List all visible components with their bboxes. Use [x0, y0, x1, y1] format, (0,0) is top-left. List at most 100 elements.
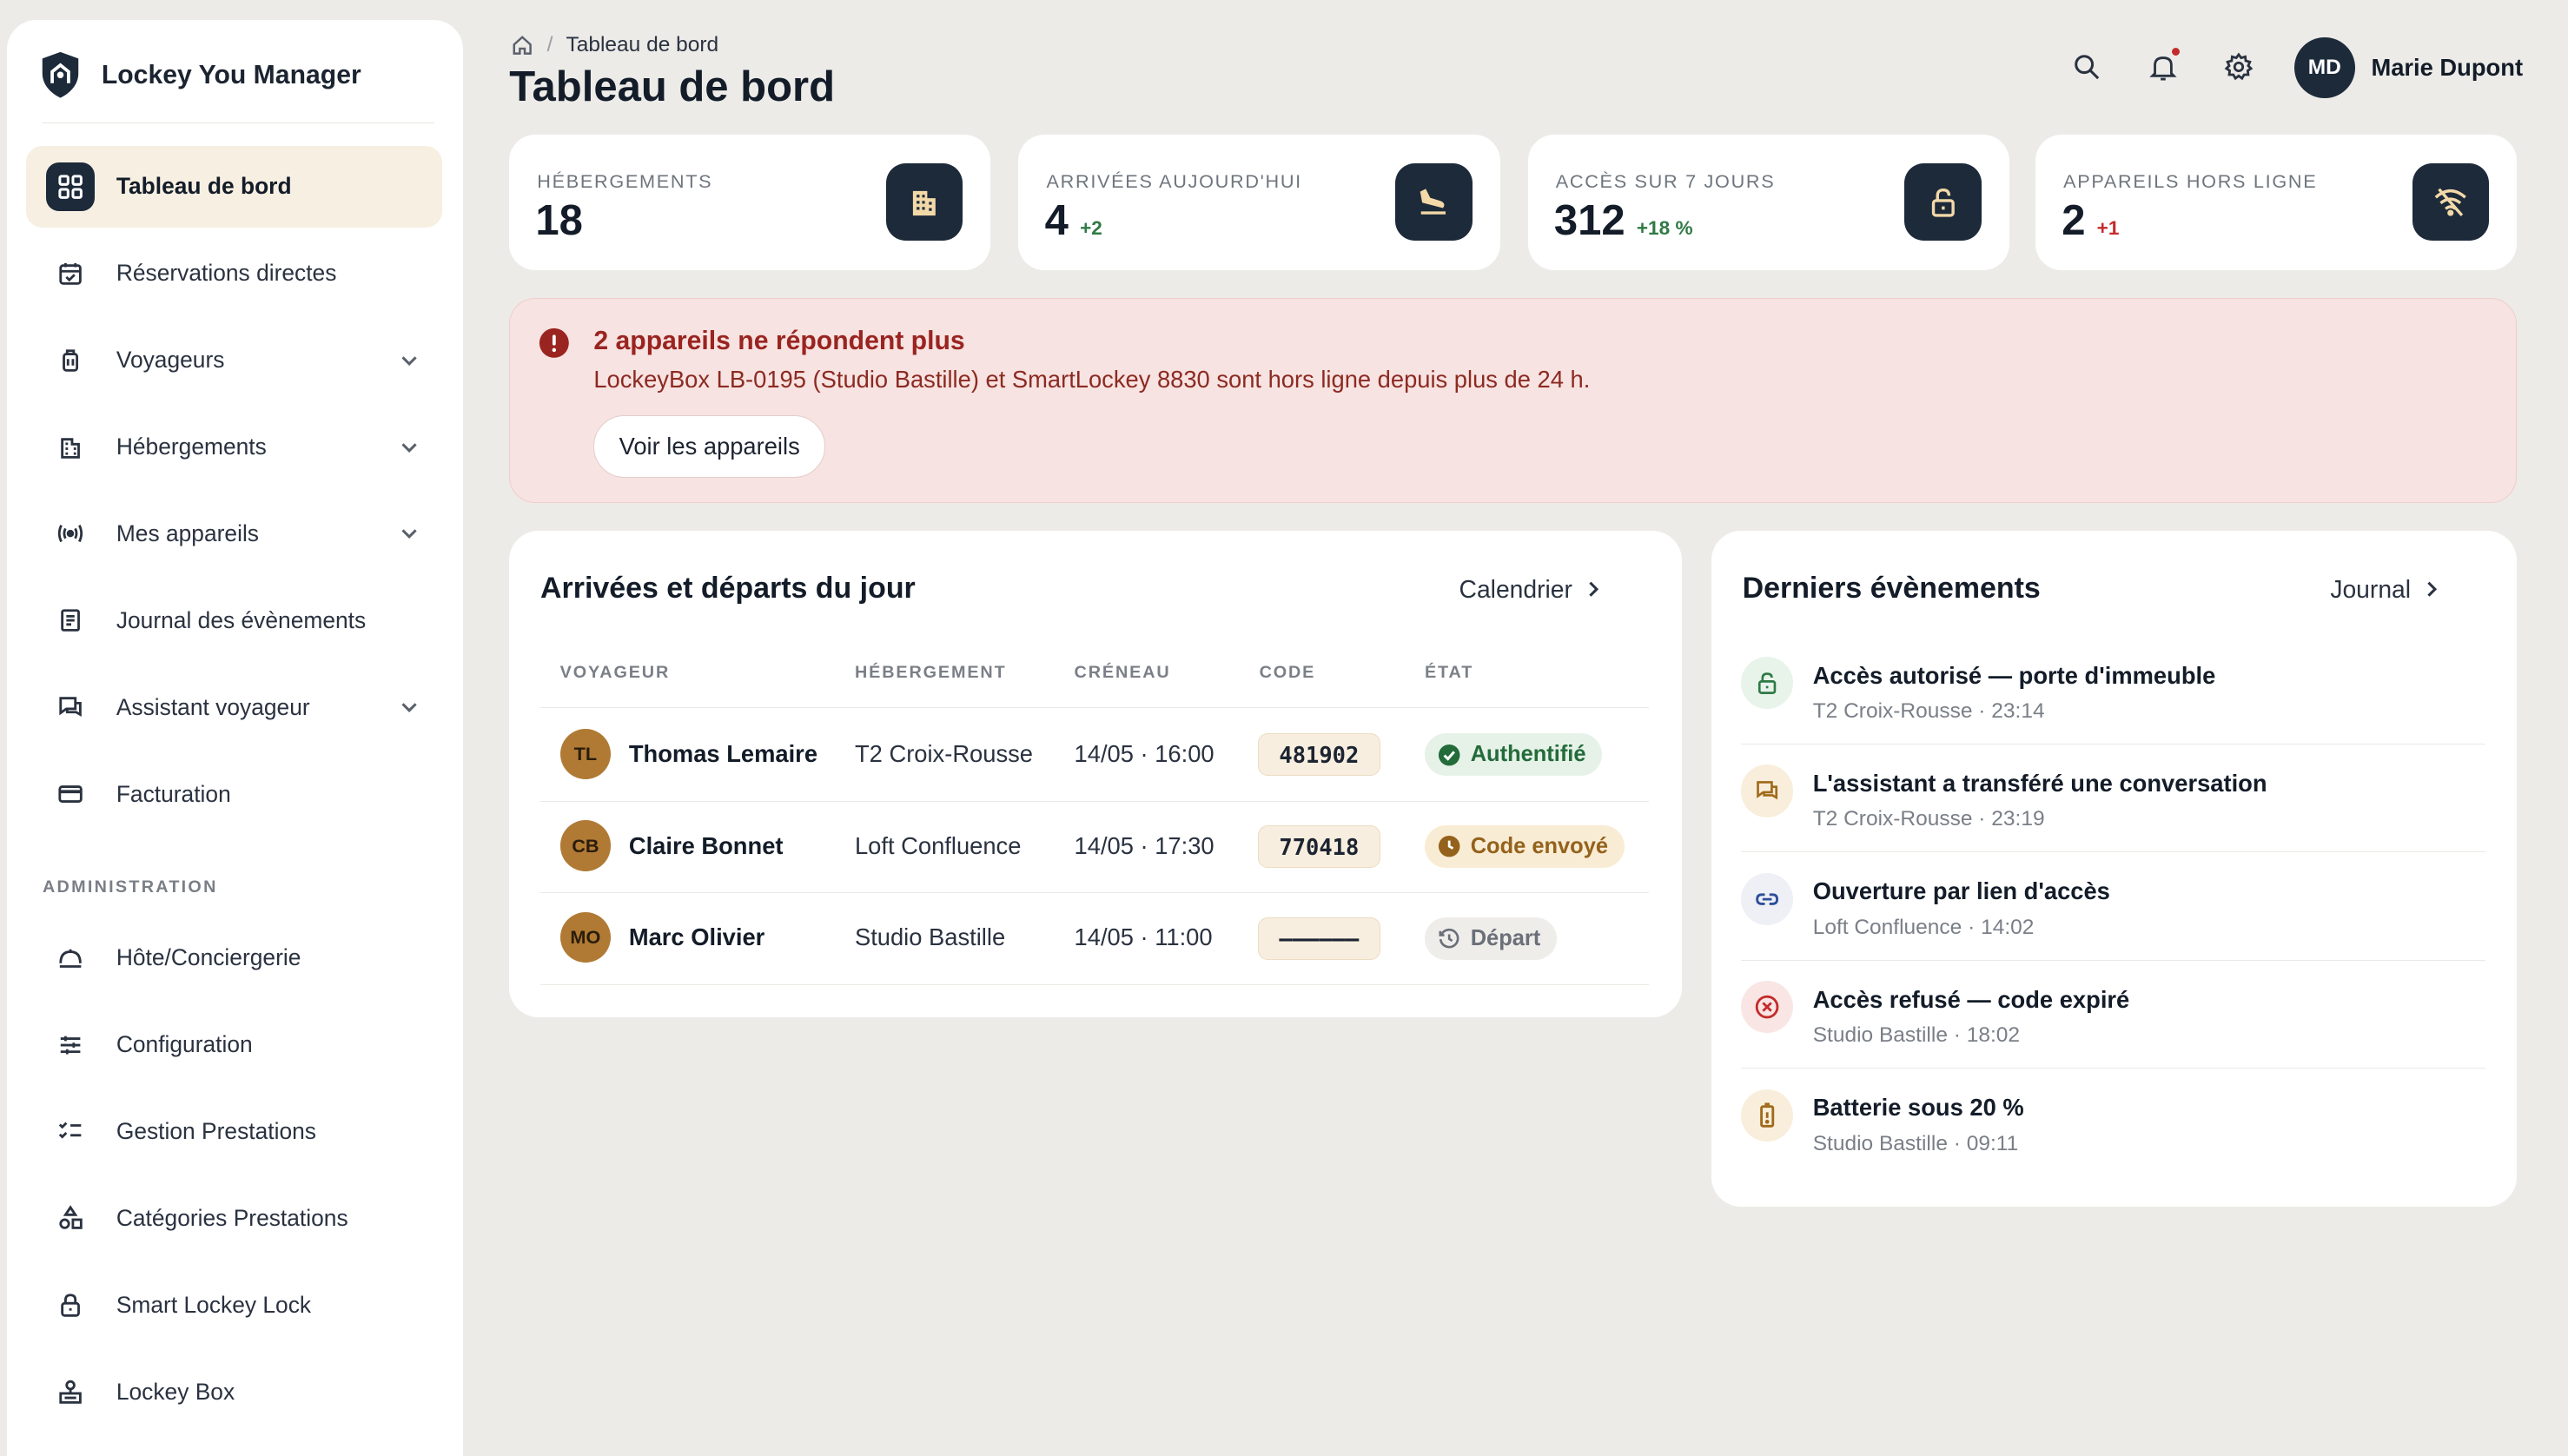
search-button[interactable]	[2065, 46, 2108, 89]
event-title[interactable]: L'assistant a transféré une conversation	[1813, 770, 2267, 797]
avatar: MO	[559, 911, 612, 963]
card-title: Arrivées et départs du jour	[540, 571, 916, 605]
stat-delta: +18 %	[1636, 217, 1693, 240]
event-title[interactable]: Batterie sous 20 %	[1813, 1094, 2024, 1122]
chevron-down-icon	[401, 442, 417, 453]
stat-value-row: 312 +18 %	[1554, 196, 1693, 245]
sidebar-item-configuration[interactable]: Configuration	[26, 1004, 442, 1086]
stat-value-row: 18	[535, 196, 583, 245]
stat-card-arrivals[interactable]: ARRIVÉES AUJOURD'HUI 4 +2	[1018, 134, 1500, 271]
sidebar-item-label: Gestion Prestations	[116, 1118, 316, 1145]
view-devices-button[interactable]: Voir les appareils	[593, 414, 826, 478]
sidebar-item-label: Hébergements	[116, 433, 267, 460]
wifi-off-icon	[2412, 163, 2490, 242]
stat-value: 312	[1553, 197, 1625, 245]
alert-title: 2 appareils ne répondent plus	[593, 327, 965, 356]
sidebar-item-label: Tableau de bord	[116, 173, 292, 200]
sidebar-item-label: Voyageurs	[116, 347, 225, 374]
x-circle-icon	[1740, 981, 1794, 1034]
sidebar-item-service-categories[interactable]: Catégories Prestations	[26, 1177, 442, 1259]
guest-name[interactable]: Marc Olivier	[629, 923, 764, 951]
event-title[interactable]: Accès autorisé — porte d'immeuble	[1813, 662, 2216, 690]
guest-name[interactable]: Claire Bonnet	[629, 832, 784, 860]
shapes-icon	[46, 1194, 96, 1243]
stat-card-access[interactable]: ACCÈS SUR 7 JOURS 312 +18 %	[1527, 134, 2009, 271]
sidebar-item-assistant[interactable]: Assistant voyageur	[26, 666, 442, 748]
column-header: VOYAGEUR	[559, 663, 671, 683]
event-divider	[1740, 743, 2486, 745]
search-icon	[2074, 55, 2099, 80]
sidebar-item-travelers[interactable]: Voyageurs	[26, 320, 442, 401]
sidebar-item-label: Journal des évènements	[116, 606, 367, 633]
event-meta: Loft Confluence · 14:02	[1812, 915, 2035, 939]
stat-card-offline-devices[interactable]: APPAREILS HORS LIGNE 2 +1	[2035, 134, 2518, 271]
stat-label: HÉBERGEMENTS	[537, 170, 713, 193]
calendar-link[interactable]: Calendrier	[1459, 575, 1605, 604]
avatar: TL	[559, 728, 612, 780]
sidebar-item-label: Assistant voyageur	[116, 693, 310, 720]
alert-text: LockeyBox LB-0195 (Studio Bastille) et S…	[593, 366, 1591, 394]
event-meta: T2 Croix-Rousse · 23:19	[1812, 807, 2045, 831]
column-header: ÉTAT	[1424, 663, 1474, 683]
guest-name[interactable]: Thomas Lemaire	[629, 740, 817, 768]
sidebar-item-lodgings[interactable]: Hébergements	[26, 406, 442, 487]
status-label: Code envoyé	[1470, 834, 1609, 859]
event-meta: Studio Bastille · 18:02	[1812, 1023, 2021, 1048]
status-badge: Authentifié	[1424, 733, 1603, 777]
notifications-button[interactable]	[2142, 46, 2185, 89]
section-label-administration: ADMINISTRATION	[43, 877, 218, 897]
card-title: Derniers évènements	[1742, 571, 2041, 605]
column-header: CODE	[1259, 663, 1316, 683]
slot-cell: 14/05 · 16:00	[1074, 740, 1215, 768]
calendar-check-icon	[46, 249, 96, 299]
user-name: Marie Dupont	[2371, 54, 2524, 82]
journal-link[interactable]: Journal	[2330, 575, 2443, 604]
event-divider	[1740, 1068, 2486, 1069]
table-divider	[540, 892, 1650, 893]
sidebar-item-reservations[interactable]: Réservations directes	[26, 233, 442, 314]
battery-low-icon	[1740, 1089, 1794, 1142]
sidebar-item-devices[interactable]: Mes appareils	[26, 493, 442, 574]
chevron-down-icon	[401, 355, 417, 366]
sidebar-item-event-log[interactable]: Journal des évènements	[26, 579, 442, 661]
home-icon[interactable]	[511, 34, 533, 56]
sidebar-item-label: Lockey Box	[116, 1378, 235, 1405]
sidebar-item-smart-lock[interactable]: Smart Lockey Lock	[26, 1264, 442, 1346]
brand[interactable]: Lockey You Manager	[39, 50, 361, 102]
user-menu[interactable]: MD Marie Dupont	[2293, 37, 2524, 99]
sidebar-item-label: Réservations directes	[116, 260, 337, 287]
app-name: Lockey You Manager	[101, 60, 361, 89]
sidebar-item-dashboard[interactable]: Tableau de bord	[26, 145, 442, 228]
journal-link-label: Journal	[2330, 574, 2412, 603]
sidebar-item-services[interactable]: Gestion Prestations	[26, 1090, 442, 1172]
calendar-link-label: Calendrier	[1459, 574, 1572, 603]
lodging-cell: Studio Bastille	[854, 923, 1006, 951]
sidebar-item-billing[interactable]: Facturation	[26, 753, 442, 835]
alert-circle-icon	[539, 328, 570, 358]
event-meta: Studio Bastille · 09:11	[1812, 1131, 2019, 1155]
settings-button[interactable]	[2217, 46, 2260, 89]
sliders-icon	[46, 1020, 96, 1069]
divider	[43, 122, 434, 123]
sidebar-item-label: Mes appareils	[116, 520, 259, 546]
event-divider	[1740, 851, 2486, 852]
clock-icon	[1438, 836, 1460, 857]
page-title: Tableau de bord	[509, 63, 836, 110]
concierge-icon	[46, 933, 96, 983]
stat-value: 18	[535, 197, 583, 245]
shield-logo-icon	[42, 52, 79, 99]
sidebar-item-host[interactable]: Hôte/Conciergerie	[26, 917, 442, 999]
event-title[interactable]: Ouverture par lien d'accès	[1813, 877, 2110, 905]
access-code: 770418	[1257, 825, 1381, 869]
luggage-icon	[46, 335, 96, 385]
table-divider	[540, 800, 1650, 802]
avatar: CB	[559, 820, 612, 871]
sidebar-item-lockey-box[interactable]: Lockey Box	[26, 1351, 442, 1433]
stat-card-lodgings[interactable]: HÉBERGEMENTS 18	[509, 134, 991, 271]
offline-alert: 2 appareils ne répondent plus LockeyBox …	[509, 298, 2518, 503]
event-title[interactable]: Accès refusé — code expiré	[1813, 986, 2130, 1014]
sidebar-item-label: Configuration	[116, 1031, 253, 1058]
lodging-cell: T2 Croix-Rousse	[854, 740, 1033, 768]
event-meta: T2 Croix-Rousse · 23:14	[1812, 698, 2045, 723]
column-header: CRÉNEAU	[1074, 663, 1171, 683]
